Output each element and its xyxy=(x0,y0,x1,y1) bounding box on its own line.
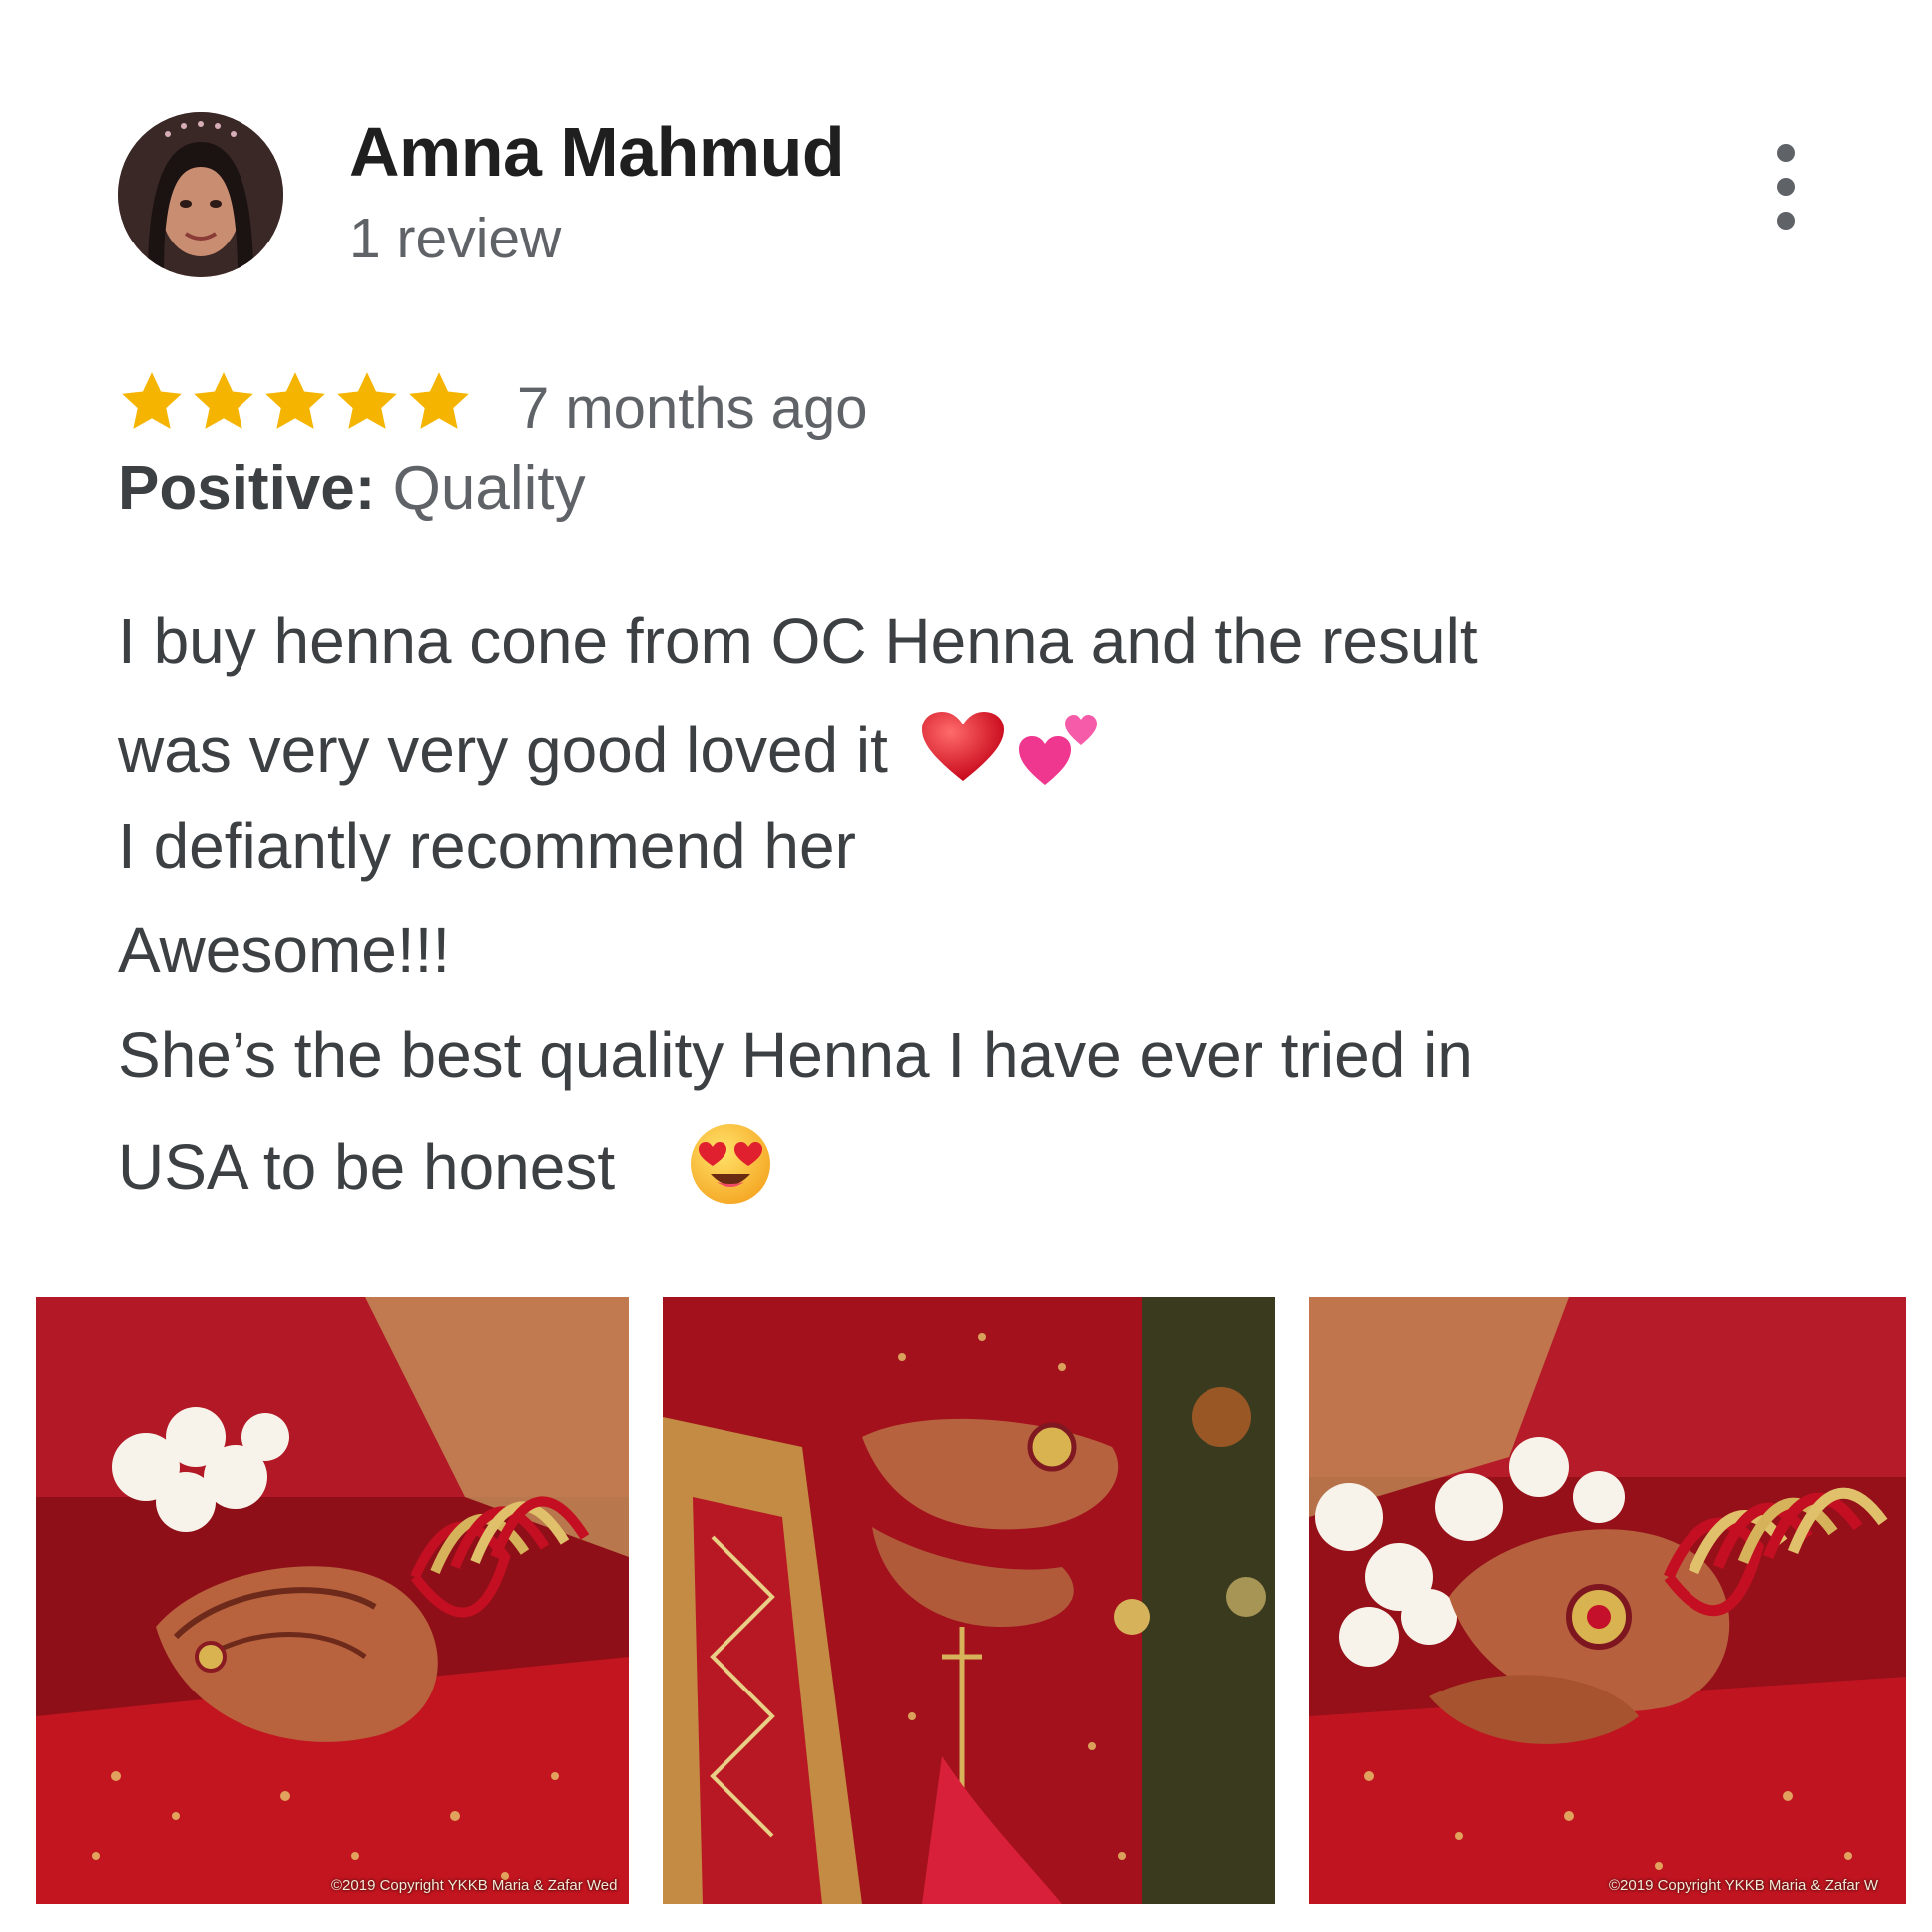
photo-caption: ©2019 Copyright YKKB Maria & Zafar W xyxy=(1609,1877,1879,1894)
avatar-photo xyxy=(118,112,283,277)
more-vert-icon-dot xyxy=(1777,212,1795,230)
review-text-line: was very very good loved it xyxy=(118,708,1101,803)
highlight-label: Positive: xyxy=(118,454,376,523)
bridal-henna-hands-image xyxy=(663,1297,1275,1904)
review-date: 7 months ago xyxy=(517,376,868,441)
review-photo-2[interactable] xyxy=(663,1297,1275,1904)
review-text-fragment: was very very good loved it xyxy=(118,714,888,786)
bridal-henna-hands-image xyxy=(1309,1297,1906,1904)
more-options-button[interactable] xyxy=(1756,144,1816,230)
review-highlight: Positive: Quality xyxy=(118,453,586,524)
review-text-line: USA to be honest xyxy=(118,1122,772,1221)
photo-caption: ©2019 Copyright YKKB Maria & Zafar Wed xyxy=(331,1877,618,1894)
review-text-line: I buy henna cone from OC Henna and the r… xyxy=(118,605,1478,677)
bridal-henna-hands-image xyxy=(36,1297,629,1904)
highlight-value: Quality xyxy=(392,454,586,523)
star-icon xyxy=(194,372,253,429)
red-heart-emoji xyxy=(920,710,1006,801)
review-text-line: I defiantly recommend her xyxy=(118,810,856,882)
star-icon xyxy=(337,372,397,429)
star-icon xyxy=(265,372,325,429)
two-hearts-emoji xyxy=(1017,708,1101,803)
star-icon xyxy=(122,372,182,429)
review-photo-1[interactable]: ©2019 Copyright YKKB Maria & Zafar Wed xyxy=(36,1297,629,1904)
more-vert-icon-dot xyxy=(1777,178,1795,196)
star-rating xyxy=(116,367,475,437)
heart-eyes-emoji xyxy=(689,1122,772,1221)
reviewer-name[interactable]: Amna Mahmud xyxy=(349,112,845,192)
reviewer-avatar[interactable] xyxy=(118,112,283,277)
review-text-line: Awesome!!! xyxy=(118,914,451,986)
review-text-line: She’s the best quality Henna I have ever… xyxy=(118,1019,1473,1091)
reviewer-review-count: 1 review xyxy=(349,207,562,270)
review-photo-3[interactable]: ©2019 Copyright YKKB Maria & Zafar W xyxy=(1309,1297,1906,1904)
more-vert-icon-dot xyxy=(1777,144,1795,162)
review-text-fragment: USA to be honest xyxy=(118,1130,616,1203)
star-icon xyxy=(409,372,469,429)
